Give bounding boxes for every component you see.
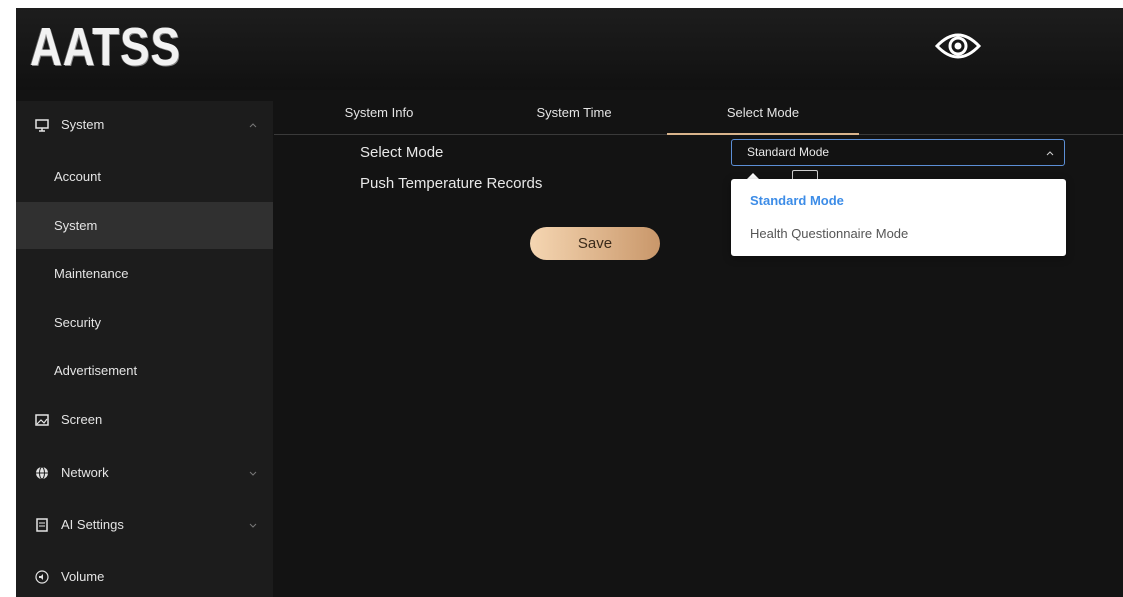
top-bar: AATSS bbox=[16, 8, 1123, 90]
speaker-icon bbox=[35, 569, 49, 584]
eye-icon[interactable] bbox=[934, 26, 982, 66]
chevron-up-icon bbox=[1046, 151, 1054, 156]
sidebar-item-system-group[interactable]: System bbox=[16, 101, 273, 148]
sidebar-item-system[interactable]: System bbox=[16, 202, 273, 249]
save-button[interactable]: Save bbox=[530, 227, 660, 260]
select-mode-label: Select Mode bbox=[360, 144, 444, 161]
mode-select[interactable]: Standard Mode bbox=[731, 139, 1065, 166]
chevron-down-icon bbox=[249, 523, 257, 528]
sidebar-item-label: Network bbox=[61, 465, 109, 480]
sidebar-item-maintenance[interactable]: Maintenance bbox=[16, 250, 273, 297]
option-standard-mode[interactable]: Standard Mode bbox=[750, 193, 844, 208]
push-temperature-records-label: Push Temperature Records bbox=[360, 175, 543, 192]
logo: AATSS bbox=[30, 17, 181, 77]
globe-icon bbox=[36, 466, 48, 479]
tab-select-mode[interactable]: Select Mode bbox=[667, 101, 859, 135]
mode-select-value: Standard Mode bbox=[747, 145, 830, 159]
sidebar-item-label: Maintenance bbox=[54, 266, 129, 281]
sidebar-item-security[interactable]: Security bbox=[16, 299, 273, 346]
sidebar-item-network[interactable]: Network bbox=[16, 449, 273, 496]
chevron-up-icon bbox=[249, 122, 257, 127]
sidebar: System Account System Maintenance Securi… bbox=[16, 101, 273, 597]
app-window: AATSS System Account System Maintenance … bbox=[16, 8, 1123, 597]
sidebar-item-account[interactable]: Account bbox=[16, 153, 273, 200]
sidebar-item-label: AI Settings bbox=[61, 517, 124, 532]
sidebar-item-volume[interactable]: Volume bbox=[16, 553, 273, 597]
sidebar-item-label: Security bbox=[54, 315, 101, 330]
tab-bar: System Info System Time Select Mode bbox=[274, 101, 1123, 135]
sidebar-item-advertisement[interactable]: Advertisement bbox=[16, 347, 273, 394]
clipboard-icon bbox=[36, 517, 48, 532]
image-icon bbox=[35, 413, 49, 426]
sidebar-item-label: Volume bbox=[61, 569, 105, 584]
tab-system-time[interactable]: System Time bbox=[524, 101, 624, 134]
chevron-down-icon bbox=[249, 471, 257, 476]
mode-dropdown: Standard Mode Health Questionnaire Mode bbox=[731, 179, 1066, 256]
monitor-icon bbox=[35, 118, 49, 132]
sidebar-item-screen[interactable]: Screen bbox=[16, 396, 273, 443]
sidebar-item-ai-settings[interactable]: AI Settings bbox=[16, 501, 273, 548]
sidebar-item-label: System bbox=[61, 117, 105, 132]
sidebar-item-label: Advertisement bbox=[54, 363, 138, 378]
tab-system-info[interactable]: System Info bbox=[329, 101, 429, 134]
sidebar-item-label: System bbox=[54, 218, 98, 233]
sidebar-item-label: Screen bbox=[61, 412, 103, 427]
option-health-questionnaire-mode[interactable]: Health Questionnaire Mode bbox=[750, 226, 908, 241]
sidebar-item-label: Account bbox=[54, 169, 101, 184]
